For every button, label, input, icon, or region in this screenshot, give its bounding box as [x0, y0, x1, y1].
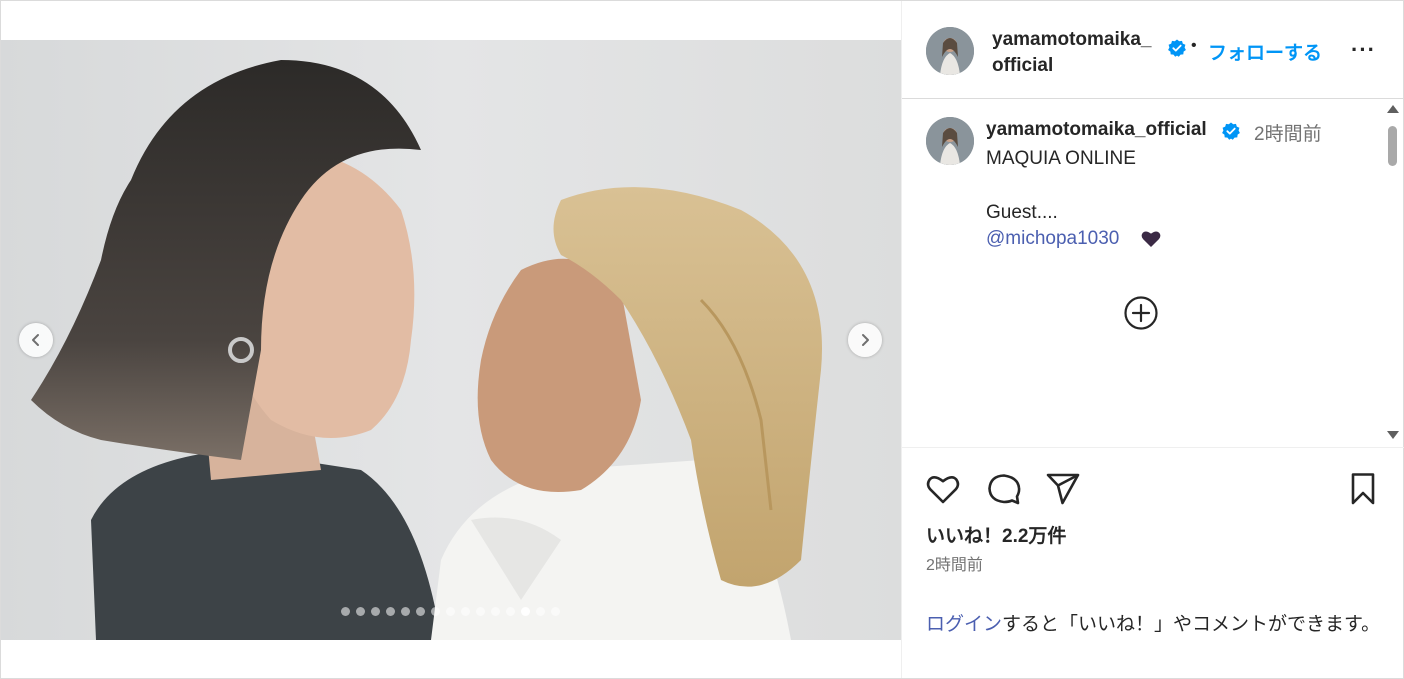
caption-username[interactable]: yamamotomaika_official	[986, 119, 1207, 141]
avatar-image	[926, 27, 974, 75]
post-photo[interactable]	[1, 40, 901, 640]
post-actions: いいね！2.2万件 2時間前 ログインすると「いいね！」やコメントができます。	[902, 449, 1404, 678]
verified-badge-icon	[1222, 122, 1240, 145]
post-header: yamamotomaika_ official • フォローする ···	[902, 1, 1404, 99]
chevron-left-icon	[32, 334, 39, 346]
next-image-button[interactable]	[848, 323, 882, 357]
header-username[interactable]: yamamotomaika_ official	[992, 27, 1172, 79]
post-side-panel: yamamotomaika_ official • フォローする ··· yam…	[901, 1, 1404, 678]
bookmark-icon	[1351, 473, 1375, 505]
verified-badge-icon	[1168, 39, 1186, 62]
black-heart-icon	[1141, 230, 1161, 253]
carousel-dot	[446, 607, 455, 616]
likes-count[interactable]: いいね！2.2万件	[926, 521, 1066, 548]
header-username-line1: yamamotomaika_	[992, 29, 1152, 50]
chevron-right-icon	[862, 334, 869, 346]
carousel-dot	[491, 607, 500, 616]
post-media	[1, 1, 901, 678]
save-button[interactable]	[1345, 471, 1381, 507]
carousel-dot	[416, 607, 425, 616]
scroll-down-arrow-icon[interactable]	[1387, 431, 1399, 439]
carousel-dot	[371, 607, 380, 616]
more-options-icon[interactable]: ···	[1351, 37, 1376, 63]
carousel-dot	[461, 607, 470, 616]
carousel-dot	[386, 607, 395, 616]
carousel-indicator	[341, 607, 560, 616]
carousel-dot	[401, 607, 410, 616]
carousel-dot	[356, 607, 365, 616]
carousel-dot	[551, 607, 560, 616]
caption-mention-link[interactable]: @michopa1030	[986, 228, 1119, 250]
caption-area: yamamotomaika_official 2時間前 MAQUIA ONLIN…	[902, 100, 1404, 448]
send-icon	[1046, 473, 1080, 505]
caption-time: 2時間前	[1254, 124, 1322, 145]
login-prompt: ログインすると「いいね！」やコメントができます。	[926, 611, 1386, 639]
carousel-dot	[536, 607, 545, 616]
load-more-comments-button[interactable]	[1124, 296, 1158, 330]
carousel-dot	[341, 607, 350, 616]
carousel-dot	[431, 607, 440, 616]
plus-circle-icon	[1124, 296, 1158, 330]
follow-button[interactable]: フォローする	[1208, 38, 1322, 65]
login-prompt-text: すると「いいね！」やコメントができます。	[1002, 614, 1381, 635]
post-timestamp[interactable]: 2時間前	[926, 551, 983, 575]
avatar-image	[926, 117, 974, 165]
header-username-line2: official	[992, 55, 1054, 76]
previous-image-button[interactable]	[19, 323, 53, 357]
carousel-dot	[521, 607, 530, 616]
carousel-dot	[506, 607, 515, 616]
carousel-dot	[476, 607, 485, 616]
login-link[interactable]: ログイン	[926, 614, 1002, 635]
header-separator: •	[1191, 37, 1197, 54]
scrollbar-thumb[interactable]	[1388, 126, 1397, 166]
comment-icon	[988, 474, 1021, 505]
caption-scrollbar[interactable]	[1384, 100, 1400, 448]
share-button[interactable]	[1045, 471, 1081, 507]
like-button[interactable]	[925, 471, 961, 507]
comment-button[interactable]	[986, 471, 1022, 507]
avatar[interactable]	[926, 27, 974, 75]
caption-avatar[interactable]	[926, 117, 974, 165]
caption-text-line: MAQUIA ONLINE	[986, 148, 1136, 169]
scroll-up-arrow-icon[interactable]	[1387, 105, 1399, 113]
caption-text-line: Guest....	[986, 202, 1058, 223]
post-photo-image	[1, 40, 901, 640]
heart-icon	[926, 476, 960, 504]
